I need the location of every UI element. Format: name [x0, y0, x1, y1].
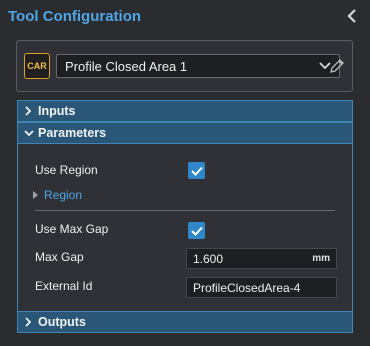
checkmark-icon: [190, 226, 203, 236]
pencil-icon[interactable]: [325, 53, 349, 79]
section-inputs[interactable]: Inputs: [17, 100, 353, 122]
parameters-body: Use Region Region Use Max Gap Max Gap 1.…: [17, 144, 353, 311]
max-gap-label: Max Gap: [35, 250, 84, 264]
section-parameters-label: Parameters: [38, 126, 107, 140]
chevron-down-icon: [24, 129, 38, 137]
external-id-value: ProfileClosedArea-4: [193, 280, 301, 295]
use-region-label: Use Region: [35, 163, 98, 177]
checkmark-icon: [190, 166, 203, 176]
panel-title: Tool Configuration: [8, 7, 142, 25]
triangle-right-icon: [33, 191, 38, 199]
section-outputs-label: Outputs: [38, 315, 86, 329]
section-inputs-label: Inputs: [38, 104, 76, 118]
tool-select[interactable]: Profile Closed Area 1: [56, 54, 340, 78]
tool-selector-box: CAR Profile Closed Area 1: [16, 40, 353, 92]
divider: [35, 210, 335, 211]
use-max-gap-label: Use Max Gap: [35, 222, 109, 236]
chevron-right-icon: [24, 106, 38, 116]
max-gap-value: 1.600: [193, 251, 224, 266]
chevron-left-icon[interactable]: [344, 7, 360, 25]
tool-select-value: Profile Closed Area 1: [65, 58, 188, 74]
use-max-gap-checkbox[interactable]: [188, 222, 205, 239]
external-id-label: External Id: [35, 279, 93, 293]
tool-badge: CAR: [24, 53, 50, 79]
region-link-label: Region: [44, 188, 83, 202]
external-id-input[interactable]: ProfileClosedArea-4: [186, 277, 337, 298]
max-gap-unit: mm: [312, 253, 330, 264]
chevron-right-icon: [24, 317, 38, 327]
region-link[interactable]: Region: [33, 188, 82, 202]
section-outputs[interactable]: Outputs: [17, 311, 353, 333]
section-parameters[interactable]: Parameters: [17, 122, 353, 144]
use-region-checkbox[interactable]: [188, 162, 205, 179]
max-gap-input[interactable]: 1.600 mm: [186, 248, 337, 269]
panel-header: Tool Configuration: [0, 0, 370, 32]
